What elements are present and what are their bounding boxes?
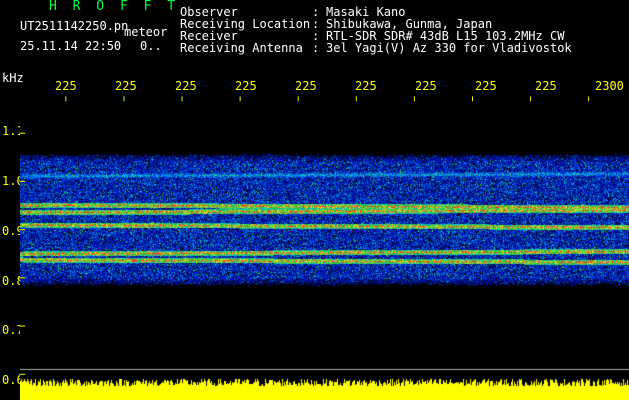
- timestamp: 25.11.14 22:50: [20, 39, 122, 53]
- x-tick-label: 225: [295, 79, 317, 93]
- axis-unit-label: kHz: [2, 71, 24, 85]
- info-value-antenna: 3el Yagi(V) Az 330 for Vladivostok: [326, 41, 572, 55]
- file-name: UT2511142250.pn: [20, 19, 129, 33]
- x-tick-label: 225: [235, 79, 257, 93]
- x-tick-label: 2300: [595, 79, 624, 93]
- brand-title: H R O F F T: [49, 0, 180, 14]
- x-tick-label: 225: [355, 79, 377, 93]
- x-tick-label: 225: [475, 79, 497, 93]
- x-tick-label: 225: [415, 79, 437, 93]
- spectrogram-canvas: [20, 98, 629, 400]
- x-tick-label: 225: [175, 79, 197, 93]
- x-tick-label: 225: [115, 79, 137, 93]
- x-tick-label: 225: [55, 79, 77, 93]
- x-tick-label: 225: [535, 79, 557, 93]
- spectrogram-plot: [20, 98, 629, 400]
- info-label-antenna: Receiving Antenna: [180, 41, 303, 55]
- counter: 0..: [140, 39, 162, 53]
- mode-label: meteor: [124, 25, 168, 39]
- info-colon: :: [312, 41, 320, 55]
